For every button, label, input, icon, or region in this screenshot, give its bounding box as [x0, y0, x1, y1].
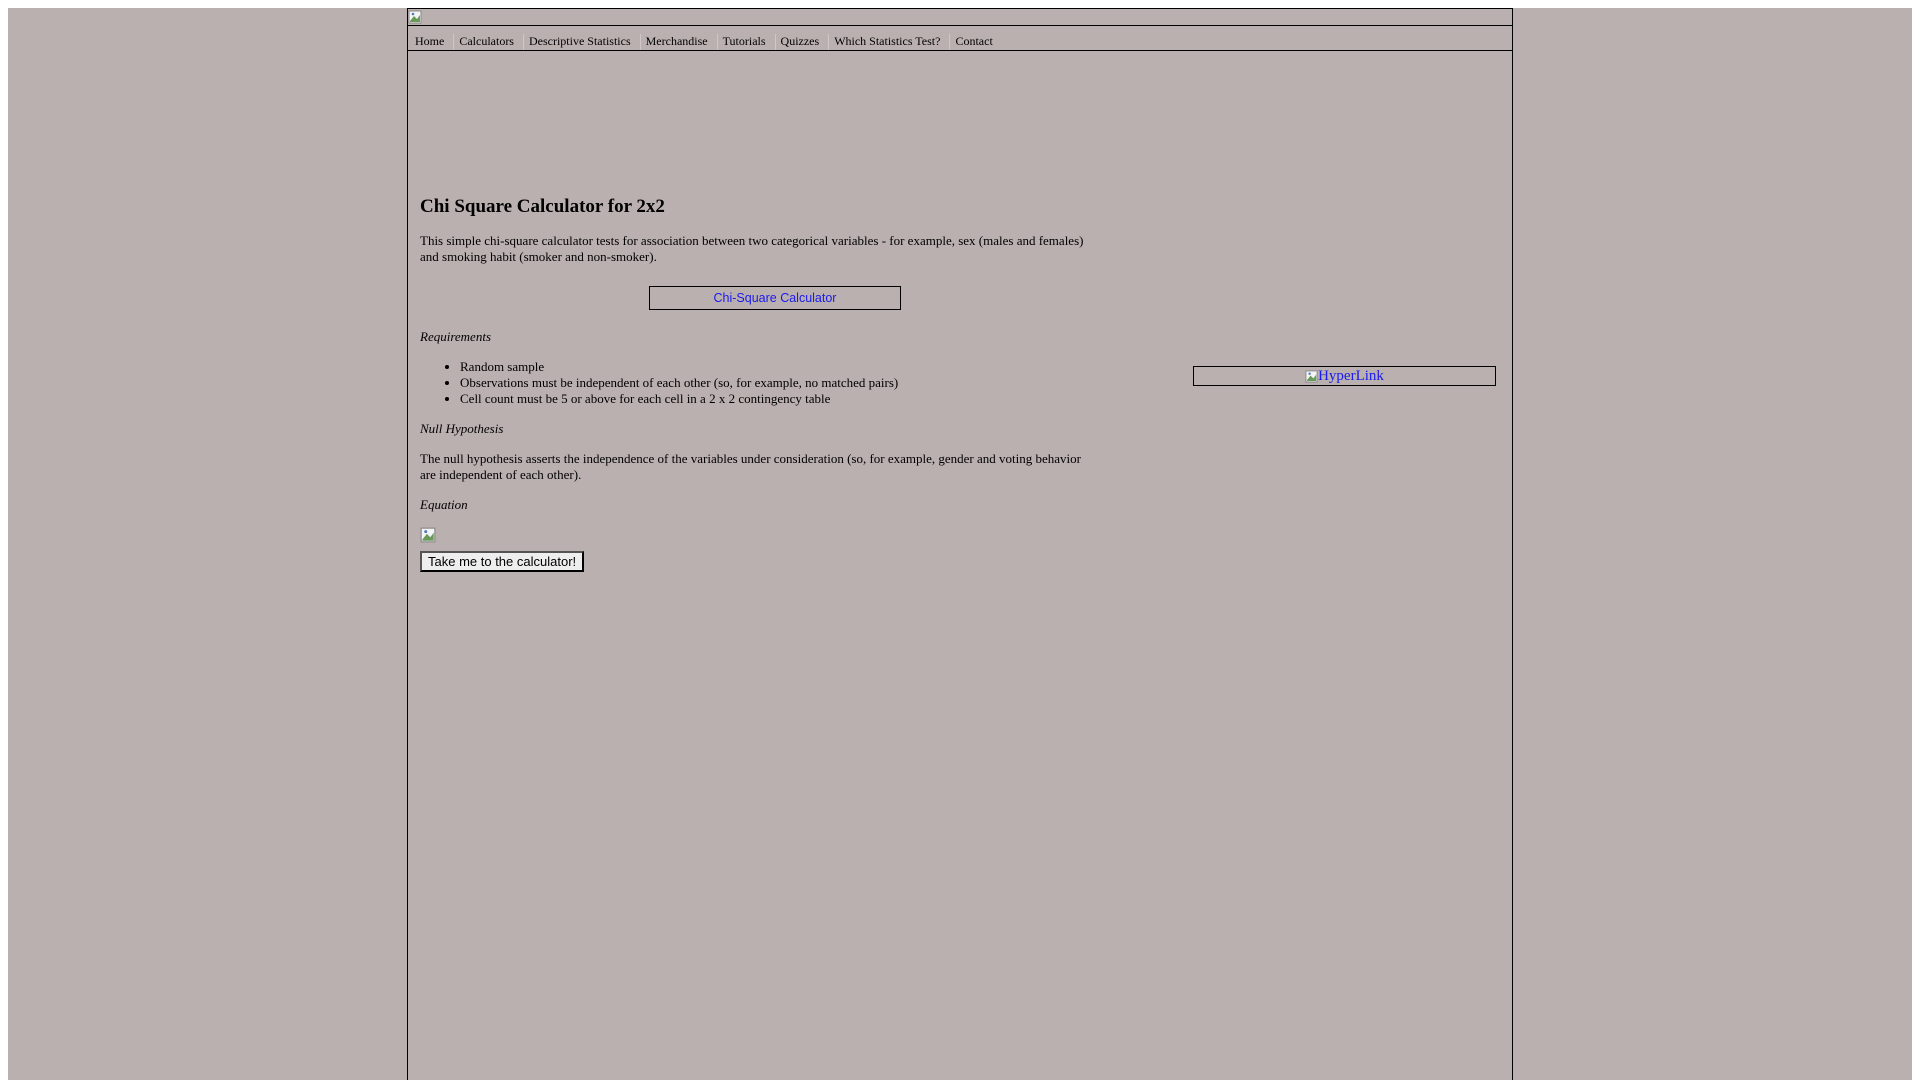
nav-item-descriptive-statistics[interactable]: Descriptive Statistics [522, 34, 640, 50]
top-nav: Home Calculators Descriptive Statistics … [408, 26, 1512, 51]
nav-item-calculators[interactable]: Calculators [453, 34, 523, 50]
page-container: Home Calculators Descriptive Statistics … [407, 8, 1513, 1080]
take-me-to-calculator-button[interactable]: Take me to the calculator! [420, 551, 585, 572]
page-title: Chi Square Calculator for 2x2 [420, 196, 665, 217]
requirements-heading: Requirements [420, 329, 491, 344]
broken-image-icon [1305, 369, 1318, 383]
nav-item-which-statistics-test[interactable]: Which Statistics Test? [828, 34, 949, 50]
list-item: Cell count must be 5 or above for each c… [460, 391, 1100, 407]
sidebar-hyperlink[interactable]: HyperLink [1305, 368, 1384, 385]
chi-square-calculator-link[interactable]: Chi-Square Calculator [714, 291, 837, 305]
sidebar-link-box: HyperLink [1193, 366, 1496, 386]
main-content: Chi Square Calculator for 2x2 This simpl… [420, 196, 1100, 572]
calculator-link-box: Chi-Square Calculator [649, 286, 901, 310]
nav-item-merchandise[interactable]: Merchandise [639, 34, 717, 50]
nav-item-contact[interactable]: Contact [949, 34, 1001, 50]
list-item: Observations must be independent of each… [460, 375, 1100, 391]
list-item: Random sample [460, 359, 1100, 375]
banner [408, 9, 1512, 26]
equation-heading: Equation [420, 497, 468, 512]
equation-image-icon [420, 527, 436, 543]
sidebar-hyperlink-label: HyperLink [1318, 367, 1384, 384]
null-hypothesis-heading: Null Hypothesis [420, 421, 504, 436]
nav-item-home[interactable]: Home [410, 34, 453, 50]
requirements-list: Random sample Observations must be indep… [420, 359, 1100, 407]
broken-image-icon [408, 10, 422, 24]
page-viewport: Home Calculators Descriptive Statistics … [8, 8, 1912, 1080]
intro-text: This simple chi-square calculator tests … [420, 233, 1084, 264]
nav-item-tutorials[interactable]: Tutorials [716, 34, 775, 50]
null-hypothesis-text: The null hypothesis asserts the independ… [420, 451, 1081, 482]
nav-item-quizzes[interactable]: Quizzes [774, 34, 829, 50]
